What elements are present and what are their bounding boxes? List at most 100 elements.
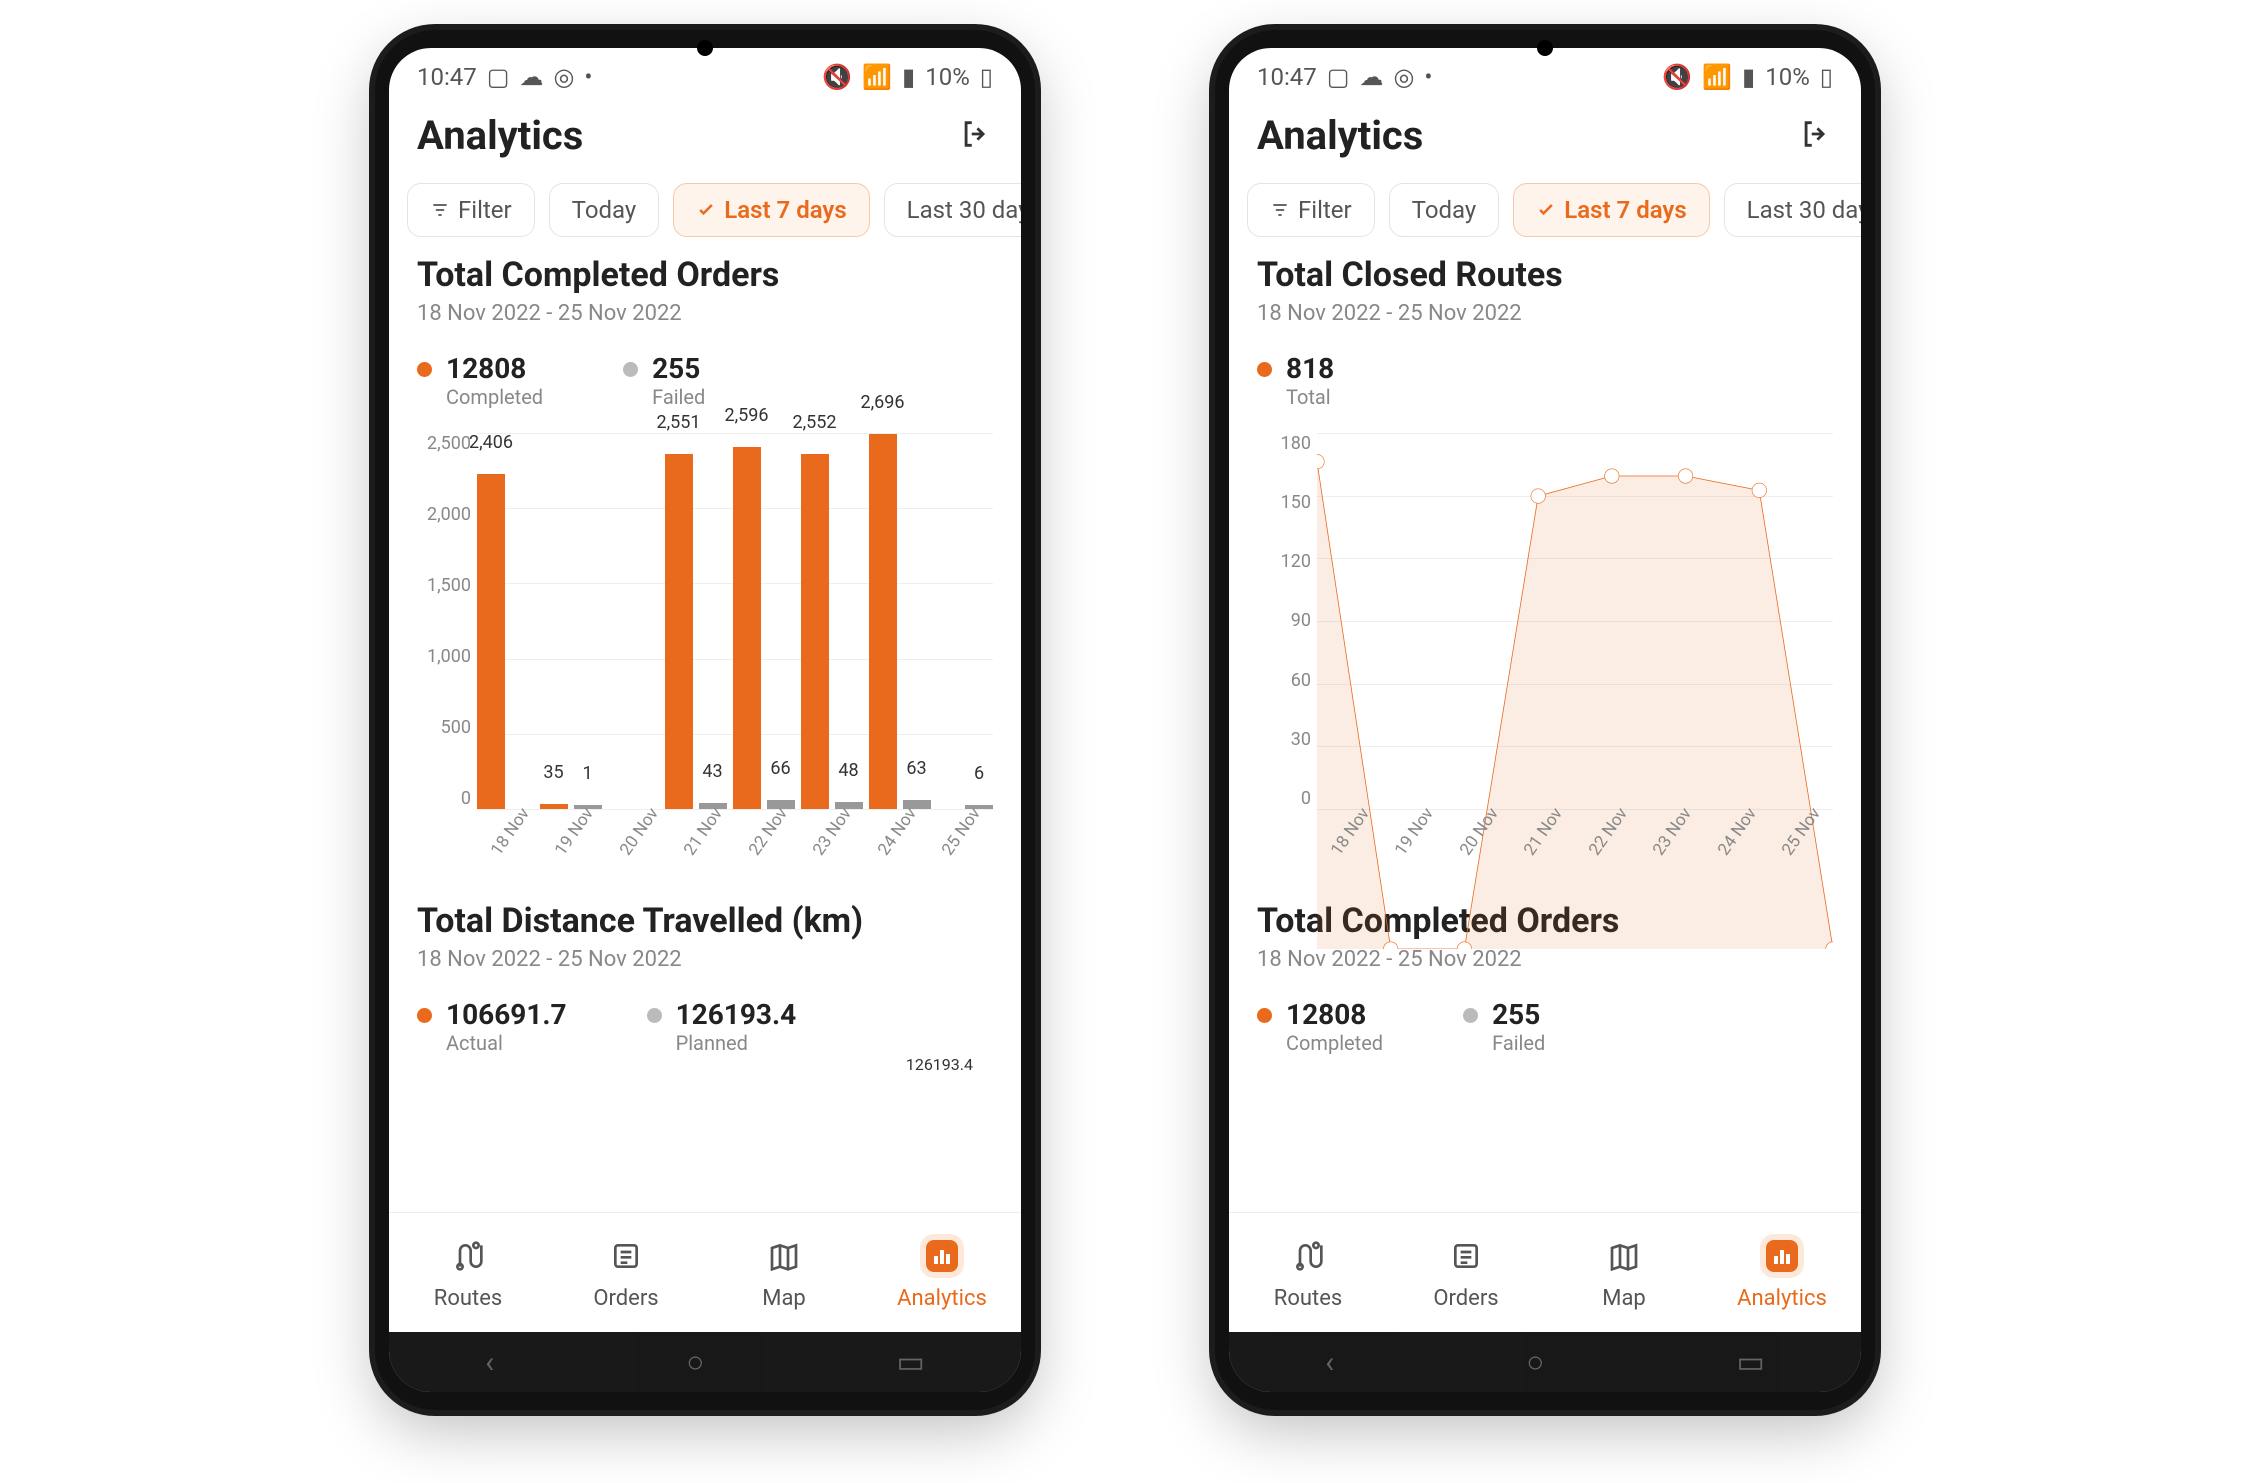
screen-right: 10:47 ▢ ☁ ◎ • 🔇 📶 ▮ 10% ▯ Analytics [1229,48,1861,1392]
image-icon: ▢ [1327,63,1350,91]
recents-icon[interactable]: ▭ [1737,1345,1765,1380]
y-tick: 30 [1257,729,1317,750]
x-tick: 19 Nov [1382,809,1447,863]
last30-chip[interactable]: Last 30 days [1724,183,1861,237]
distance-title: Total Distance Travelled (km) [417,901,993,941]
x-tick: 22 Nov [1575,809,1640,863]
camera-notch [697,40,713,56]
nav-analytics[interactable]: Analytics [1703,1213,1861,1332]
bar-failed: 66 [767,433,795,809]
mute-icon: 🔇 [1662,63,1692,91]
bar-failed: 6 [965,433,993,809]
home-icon[interactable]: ○ [1526,1345,1544,1380]
cloud-icon: ☁ [519,63,543,91]
x-tick: 25 Nov [929,809,994,863]
section-total-completed-orders: Total Completed Orders 18 Nov 2022 - 25 … [417,255,993,863]
kpi-completed: 12808 Completed [417,352,543,409]
kpi-planned-value: 126193.4 [676,998,797,1031]
y-tick: 500 [417,717,477,738]
battery-text: 10% [925,63,970,91]
dot-grey-icon [623,362,638,377]
x-tick: 23 Nov [1640,809,1705,863]
kpi-completed-2: 12808 Completed [1257,998,1383,1055]
orders2-date-range: 18 Nov 2022 - 25 Nov 2022 [1257,947,1833,972]
kpi-completed-label: Completed [446,385,543,409]
filter-chips: Filter Today Last 7 days Last 30 days [389,173,1021,255]
dot-icon: • [584,63,592,91]
nav-analytics[interactable]: Analytics [863,1213,1021,1332]
filter-chip[interactable]: Filter [407,183,535,237]
section-title: Total Completed Orders [417,255,993,295]
y-tick: 1,500 [417,575,477,596]
nav-map[interactable]: Map [705,1213,863,1332]
kpi-failed-2: 255 Failed [1463,998,1545,1055]
nav-analytics-label: Analytics [897,1286,987,1311]
bar-chart-completed-orders: 2,5002,0001,5001,0005000 2,4063512,55143… [417,433,993,863]
y-tick: 0 [417,788,477,809]
dot-orange-icon [417,1008,432,1023]
distance-date-range: 18 Nov 2022 - 25 Nov 2022 [417,947,993,972]
status-bar: 10:47 ▢ ☁ ◎ • 🔇 📶 ▮ 10% ▯ [389,48,1021,106]
logout-button[interactable] [1799,117,1833,155]
y-tick: 2,500 [417,433,477,454]
bar-failed [636,433,659,809]
dot-orange-icon [417,362,432,377]
bar-completed: 2,696 [869,433,897,809]
bar-failed: 43 [699,433,727,809]
bar-completed [937,433,960,809]
nav-orders[interactable]: Orders [547,1213,705,1332]
status-bar: 10:47 ▢ ☁ ◎ • 🔇 📶 ▮ 10% ▯ [1229,48,1861,106]
mute-icon: 🔇 [822,63,852,91]
today-chip[interactable]: Today [1389,183,1500,237]
filter-chip[interactable]: Filter [1247,183,1375,237]
signal-icon: ▮ [1742,63,1755,91]
last7-chip[interactable]: Last 7 days [1513,183,1709,237]
kpi-actual-label: Actual [446,1031,567,1055]
y-tick: 120 [1257,551,1317,572]
kpi-total-label: Total [1286,385,1334,409]
back-icon[interactable]: ‹ [485,1345,494,1380]
y-tick: 150 [1257,492,1317,513]
bar-value-label: 35 [543,762,563,783]
bar-failed: 63 [903,433,931,809]
last7-label: Last 7 days [724,196,846,224]
bottom-nav: Routes Orders Map Analytics [1229,1212,1861,1332]
y-tick: 180 [1257,433,1317,454]
nav-orders[interactable]: Orders [1387,1213,1545,1332]
wifi-icon: 📶 [862,63,892,91]
logout-button[interactable] [959,117,993,155]
kpi-total-value: 818 [1286,352,1334,385]
y-tick: 1,000 [417,646,477,667]
x-tick: 22 Nov [735,809,800,863]
bar-value-label: 2,696 [861,392,905,413]
x-tick: 21 Nov [1511,809,1576,863]
bar-completed: 2,552 [801,433,829,809]
line-chart-closed-routes: 1801501209060300 18 Nov19 Nov20 Nov21 No… [1257,433,1833,863]
bar-value-label: 2,552 [793,412,837,433]
x-tick: 24 Nov [864,809,929,863]
kpi-failed: 255 Failed [623,352,705,409]
last30-chip[interactable]: Last 30 days [884,183,1021,237]
x-tick: 24 Nov [1704,809,1769,863]
section-date-range: 18 Nov 2022 - 25 Nov 2022 [417,301,993,326]
y-tick: 90 [1257,610,1317,631]
dot-grey-icon [647,1008,662,1023]
last7-chip[interactable]: Last 7 days [673,183,869,237]
nav-routes[interactable]: Routes [389,1213,547,1332]
recents-icon[interactable]: ▭ [897,1345,925,1380]
back-icon[interactable]: ‹ [1325,1345,1334,1380]
bar-value-label: 2,551 [657,412,701,433]
kpi-failed-label: Failed [652,385,705,409]
nav-map[interactable]: Map [1545,1213,1703,1332]
nav-routes[interactable]: Routes [1229,1213,1387,1332]
nav-routes-label: Routes [434,1286,502,1311]
bar-completed [608,433,631,809]
android-system-nav: ‹ ○ ▭ [389,1332,1021,1392]
dot-orange-icon [1257,362,1272,377]
today-chip[interactable]: Today [549,183,660,237]
bar-value-label: 66 [770,758,790,779]
kpi-planned: 126193.4 Planned [647,998,797,1055]
home-icon[interactable]: ○ [686,1345,704,1380]
x-tick: 20 Nov [606,809,671,863]
bar-value-label: 6 [974,763,984,784]
